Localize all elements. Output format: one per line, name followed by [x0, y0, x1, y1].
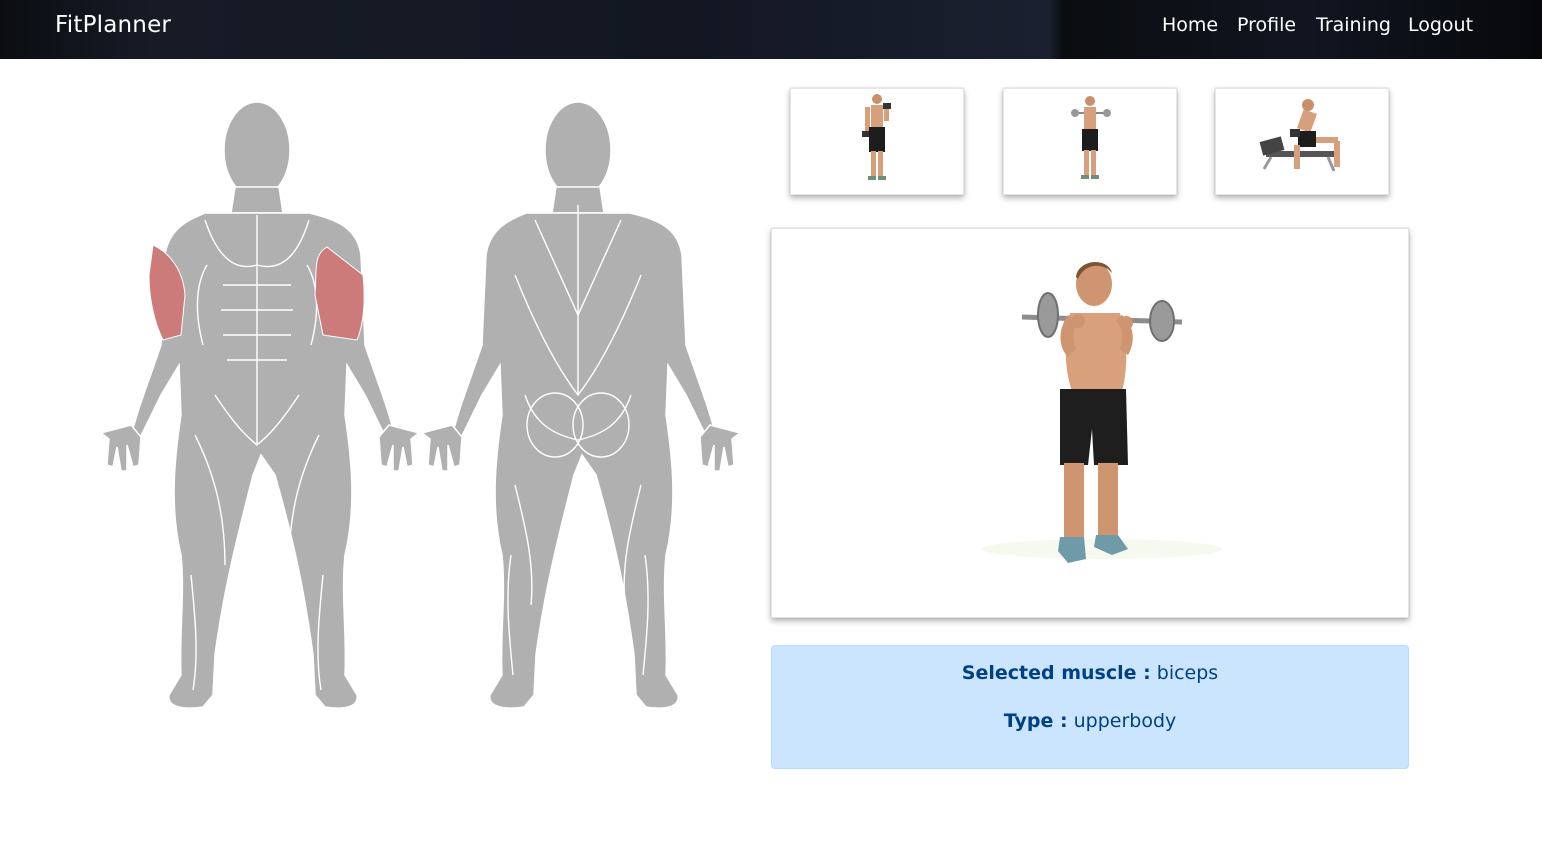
selected-muscle-value: biceps: [1156, 662, 1219, 684]
back-left-hand[interactable]: [420, 424, 463, 472]
nav-logout[interactable]: Logout: [1408, 14, 1473, 36]
muscle-map: [95, 95, 745, 735]
selected-muscle-label: Selected muscle :: [961, 662, 1151, 684]
front-body-figure: [99, 101, 421, 709]
exercise-thumbnail-1[interactable]: [790, 88, 964, 195]
back-head[interactable]: [544, 101, 612, 199]
back-torso-and-limbs[interactable]: [451, 212, 717, 709]
exercise-thumbnail-3[interactable]: [1215, 88, 1389, 195]
front-right-hand[interactable]: [378, 424, 421, 472]
top-navbar: FitPlanner Home Profile Training Logout: [0, 0, 1542, 59]
exercise-figure-image: [1071, 96, 1111, 179]
back-body-figure: [420, 101, 742, 709]
exercise-figure-image: [1259, 99, 1340, 172]
nav-profile[interactable]: Profile: [1237, 14, 1296, 36]
type-line: Type : upperbody: [772, 710, 1408, 732]
exercise-main-image: [771, 228, 1409, 618]
selected-muscle-line: Selected muscle : biceps: [772, 662, 1408, 684]
exercise-figure-image: [982, 262, 1222, 563]
nav-training[interactable]: Training: [1316, 14, 1391, 36]
brand-logo[interactable]: FitPlanner: [55, 12, 171, 38]
back-right-hand[interactable]: [699, 424, 742, 472]
type-label: Type :: [1003, 710, 1068, 732]
muscle-info-panel: Selected muscle : biceps Type : upperbod…: [771, 645, 1409, 769]
front-left-hand[interactable]: [99, 424, 142, 472]
exercise-thumbnail-2[interactable]: [1003, 88, 1177, 195]
front-neck[interactable]: [230, 186, 284, 214]
type-value: upperbody: [1073, 710, 1177, 732]
exercise-figure-image: [862, 94, 891, 180]
nav-home[interactable]: Home: [1162, 14, 1218, 36]
front-head[interactable]: [223, 101, 291, 199]
